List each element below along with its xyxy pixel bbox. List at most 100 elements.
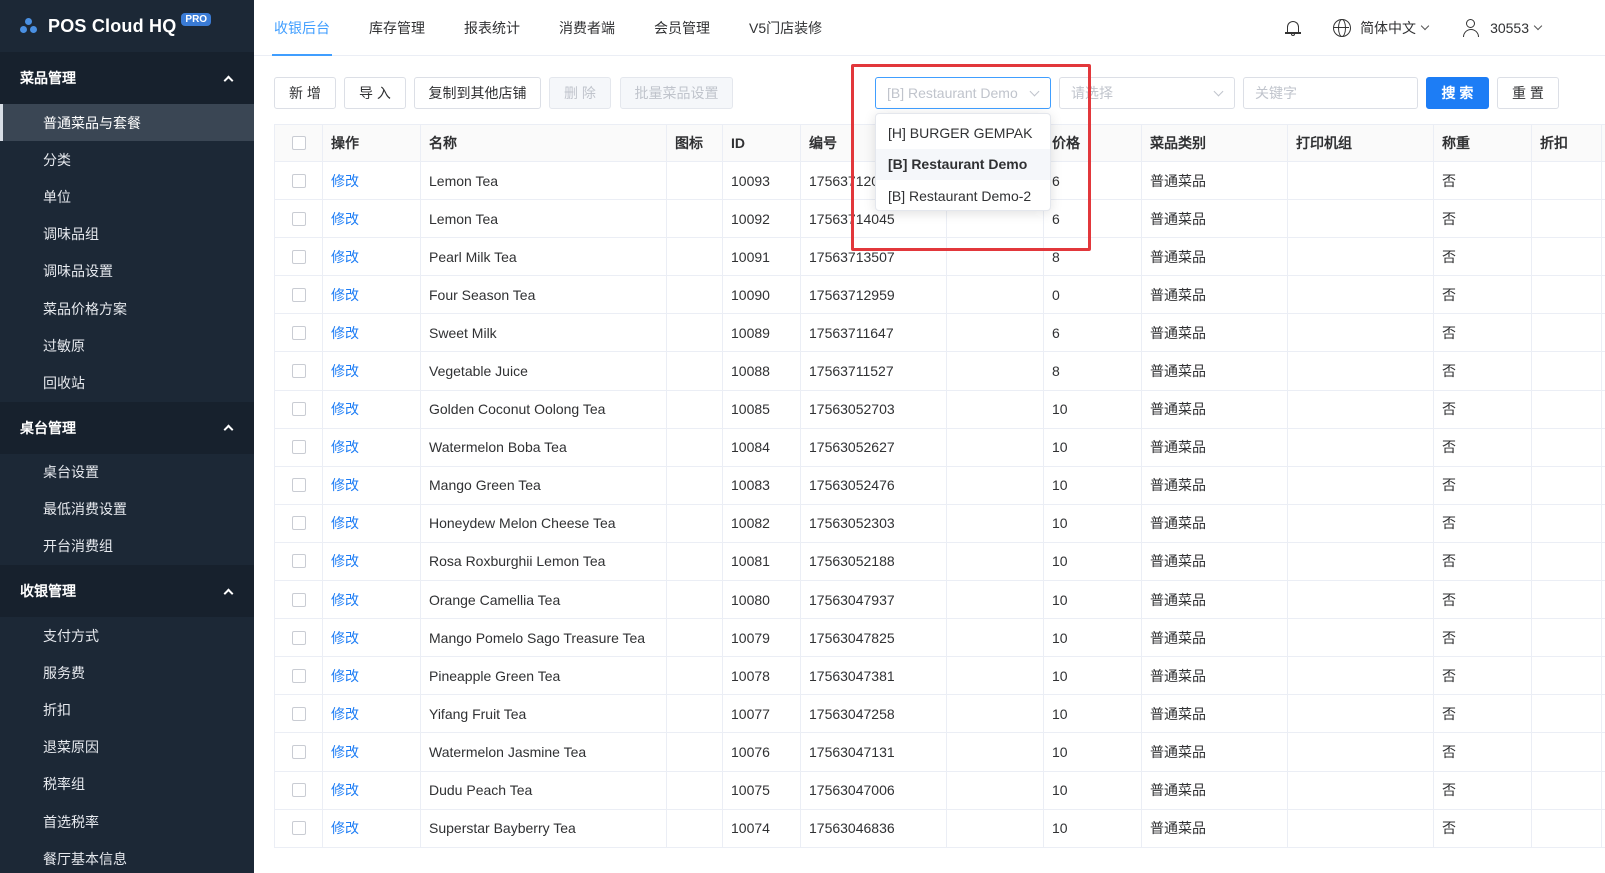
table-row: 修改 Dudu Peach Tea 10075 17563047006 10 普通菜品 否 [274,771,1605,810]
row-category: 普通菜品 [1142,428,1288,466]
row-edit-link[interactable]: 修改 [331,513,359,533]
user-account[interactable]: 30553 [1490,20,1529,36]
row-checkbox[interactable] [291,592,306,607]
row-icon-cell [667,466,723,504]
row-checkbox[interactable] [291,706,306,721]
sidebar-item-discount[interactable]: 折扣 [0,691,254,728]
sidebar-item-return-reasons[interactable]: 退菜原因 [0,729,254,766]
menu-group-tables[interactable]: 桌台管理 [0,401,254,454]
row-checkbox[interactable] [291,364,306,379]
globe-icon[interactable] [1333,19,1352,37]
sidebar-item-tax-groups[interactable]: 税率组 [0,766,254,803]
sidebar-item-preferred-tax[interactable]: 首选税率 [0,803,254,840]
batch-settings-button[interactable]: 批量菜品设置 [620,77,733,109]
row-edit-link[interactable]: 修改 [331,704,359,724]
row-name: Vegetable Juice [421,352,667,390]
row-weighing: 否 [1434,390,1532,428]
row-checkbox[interactable] [291,173,306,188]
select-all-checkbox[interactable] [291,136,306,150]
sidebar-item-service-fee[interactable]: 服务费 [0,654,254,691]
row-edit-link[interactable]: 修改 [331,780,359,800]
row-edit-link[interactable]: 修改 [331,666,359,686]
row-edit-link[interactable]: 修改 [331,209,359,229]
row-checkbox[interactable] [291,668,306,683]
store-option-restaurant-demo[interactable]: [B] Restaurant Demo [876,148,1050,180]
tab-consumer[interactable]: 消费者端 [559,0,615,56]
row-edit-link[interactable]: 修改 [331,361,359,381]
sidebar-item-table-settings[interactable]: 桌台设置 [0,454,254,491]
search-button[interactable]: 搜 索 [1426,77,1489,109]
add-button[interactable]: 新 增 [274,77,336,109]
row-checkbox[interactable] [291,478,306,493]
sidebar-item-dishes-combos[interactable]: 普通菜品与套餐 [0,104,254,142]
sidebar-item-price-plans[interactable]: 菜品价格方案 [0,290,254,327]
sidebar-item-categories[interactable]: 分类 [0,141,254,178]
store-option-burger-gempak[interactable]: [H] BURGER GEMPAK [876,117,1050,149]
row-price: 10 [1044,809,1142,847]
row-edit-link[interactable]: 修改 [331,171,359,191]
delete-button[interactable]: 删 除 [549,77,611,109]
store-select[interactable]: [B] Restaurant Demo [875,77,1051,109]
import-button[interactable]: 导 入 [344,77,406,109]
row-edit-link[interactable]: 修改 [331,590,359,610]
sidebar-item-condiment-groups[interactable]: 调味品组 [0,216,254,253]
sidebar-item-min-spend[interactable]: 最低消费设置 [0,491,254,528]
sidebar-item-allergens[interactable]: 过敏原 [0,327,254,364]
row-edit-link[interactable]: 修改 [331,285,359,305]
tab-members[interactable]: 会员管理 [654,0,710,56]
row-checkbox[interactable] [291,516,306,531]
tab-cashier-backend[interactable]: 收银后台 [272,0,332,56]
row-name: Rosa Roxburghii Lemon Tea [421,542,667,581]
row-checkbox[interactable] [291,325,306,340]
row-edit-link[interactable]: 修改 [331,247,359,267]
row-checkbox[interactable] [291,249,306,264]
copy-to-stores-button[interactable]: 复制到其他店铺 [414,77,541,109]
row-edit-link[interactable]: 修改 [331,475,359,495]
sidebar-item-recycle-bin[interactable]: 回收站 [0,364,254,401]
sidebar-item-condiment-settings[interactable]: 调味品设置 [0,253,254,290]
tab-reports[interactable]: 报表统计 [464,0,520,56]
sidebar-item-restaurant-info[interactable]: 餐厅基本信息 [0,840,254,873]
row-edit-link[interactable]: 修改 [331,742,359,762]
row-icon-cell [667,733,723,771]
row-actions-cell: 修改 [323,809,421,847]
row-price: 10 [1044,504,1142,542]
row-checkbox[interactable] [291,440,306,455]
category-select[interactable]: 请选择 [1059,77,1235,109]
row-hidden-cell [947,695,1044,733]
store-option-restaurant-demo-2[interactable]: [B] Restaurant Demo-2 [876,180,1050,212]
table-row: 修改 Vegetable Juice 10088 17563711527 8 普通菜品 否 [274,352,1605,391]
row-edit-link[interactable]: 修改 [331,628,359,648]
row-hidden-cell [947,542,1044,581]
tab-inventory[interactable]: 库存管理 [369,0,425,56]
row-edit-link[interactable]: 修改 [331,323,359,343]
row-edit-link[interactable]: 修改 [331,818,359,838]
sidebar-item-payment-methods[interactable]: 支付方式 [0,617,254,654]
row-checkbox[interactable] [291,211,306,226]
row-name: Golden Coconut Oolong Tea [421,390,667,428]
row-checkbox[interactable] [291,402,306,417]
reset-button[interactable]: 重 置 [1497,77,1559,109]
row-checkbox[interactable] [291,821,306,836]
language-selector[interactable]: 简体中文 [1360,18,1416,38]
row-checkbox[interactable] [291,744,306,759]
menu-group-dishes[interactable]: 菜品管理 [0,52,254,104]
row-checkbox[interactable] [291,783,306,798]
row-checkbox[interactable] [291,554,306,569]
row-id: 10076 [723,733,801,771]
menu-group-cashier[interactable]: 收银管理 [0,565,254,618]
chevron-down-icon [1420,21,1430,31]
bell-icon[interactable] [1285,20,1302,36]
row-name: Orange Camellia Tea [421,581,667,619]
row-edit-link[interactable]: 修改 [331,399,359,419]
sidebar-item-units[interactable]: 单位 [0,178,254,215]
row-checkbox[interactable] [291,630,306,645]
row-checkbox[interactable] [291,287,306,302]
row-edit-link[interactable]: 修改 [331,437,359,457]
sidebar-item-open-table-groups[interactable]: 开台消费组 [0,528,254,565]
keyword-input[interactable]: 关键字 [1243,77,1418,109]
user-icon[interactable] [1462,19,1480,37]
row-discount [1532,428,1602,466]
tab-store-decoration[interactable]: V5门店装修 [749,0,822,56]
row-edit-link[interactable]: 修改 [331,551,359,571]
